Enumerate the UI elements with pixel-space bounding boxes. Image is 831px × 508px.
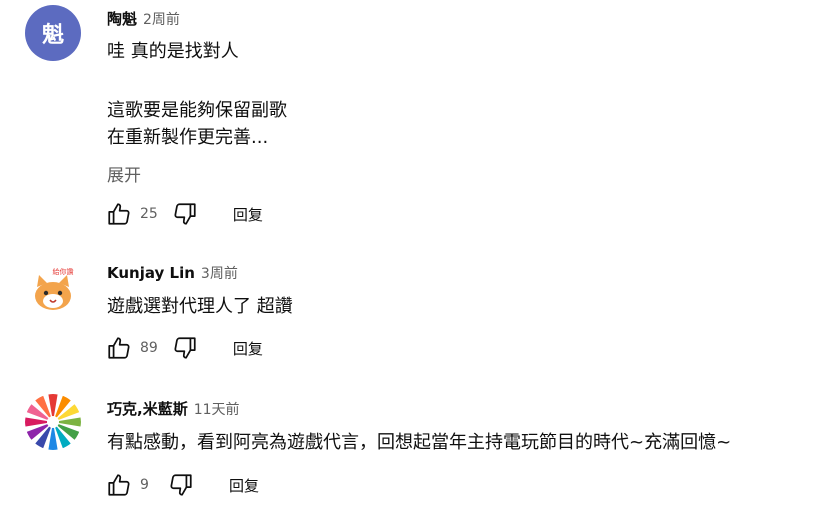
dislike-icon xyxy=(170,474,192,496)
comment-timestamp[interactable]: 2周前 xyxy=(143,9,180,29)
like-icon xyxy=(108,203,130,225)
author-name[interactable]: Kunjay Lin xyxy=(107,264,195,282)
comment-text: 有點感動，看到阿亮為遊戲代言，回想起當年主持電玩節目的時代~充滿回憶~ xyxy=(107,432,732,453)
comment-actions: 89 回复 xyxy=(104,333,263,363)
avatar[interactable]: 魁 xyxy=(25,5,81,61)
reply-button[interactable]: 回复 xyxy=(233,204,263,225)
author-name[interactable]: 陶魁 xyxy=(107,8,137,29)
comment-header: Kunjay Lin 3周前 xyxy=(107,263,238,283)
like-button[interactable] xyxy=(104,199,134,229)
comment-thread: 巧克,米藍斯 11天前 有點感動，看到阿亮為遊戲代言，回想起當年主持電玩節目的時… xyxy=(0,390,831,508)
dislike-button[interactable] xyxy=(166,470,196,500)
dislike-icon xyxy=(174,337,196,359)
comment-actions: 9 回复 xyxy=(104,470,259,500)
avatar-caption: 給你讚 xyxy=(53,267,74,276)
like-button[interactable] xyxy=(104,333,134,363)
comment-header: 陶魁 2周前 xyxy=(107,8,180,29)
comment-text: 這歌要是能夠保留副歌 xyxy=(107,100,287,121)
avatar-letter: 魁 xyxy=(41,23,64,48)
dislike-icon xyxy=(174,203,196,225)
like-count: 9 xyxy=(140,477,149,493)
dislike-button[interactable] xyxy=(170,199,200,229)
comment-text: 哇 真的是找對人 xyxy=(107,41,239,62)
reply-button[interactable]: 回复 xyxy=(229,475,259,496)
cat-avatar-icon: 給你讚 xyxy=(25,261,81,317)
comment-header: 巧克,米藍斯 11天前 xyxy=(107,398,240,419)
like-count: 25 xyxy=(140,206,158,222)
like-icon xyxy=(108,337,130,359)
like-count: 89 xyxy=(140,340,158,356)
avatar[interactable] xyxy=(25,394,81,450)
like-button[interactable] xyxy=(104,470,134,500)
reply-button[interactable]: 回复 xyxy=(233,338,263,359)
like-icon xyxy=(108,474,130,496)
avatar[interactable]: 給你讚 xyxy=(25,261,81,317)
comment-actions: 25 回复 xyxy=(104,199,263,229)
rainbow-pinwheel-icon xyxy=(25,394,81,450)
expand-link[interactable]: 展开 xyxy=(107,161,141,186)
comment-text: 遊戲選對代理人了 超讚 xyxy=(107,296,293,317)
comment-thread: 魁 陶魁 2周前 哇 真的是找對人 這歌要是能夠保留副歌 在重新製作更完善...… xyxy=(0,0,831,240)
comment-timestamp[interactable]: 11天前 xyxy=(194,399,240,419)
comment-text: 在重新製作更完善... xyxy=(107,127,269,148)
author-name[interactable]: 巧克,米藍斯 xyxy=(107,398,188,419)
dislike-button[interactable] xyxy=(170,333,200,363)
comment-thread: 給你讚 Kunjay Lin 3周前 遊戲選對代理人了 超讚 89 回复 xyxy=(0,255,831,375)
comment-timestamp[interactable]: 3周前 xyxy=(201,263,238,283)
